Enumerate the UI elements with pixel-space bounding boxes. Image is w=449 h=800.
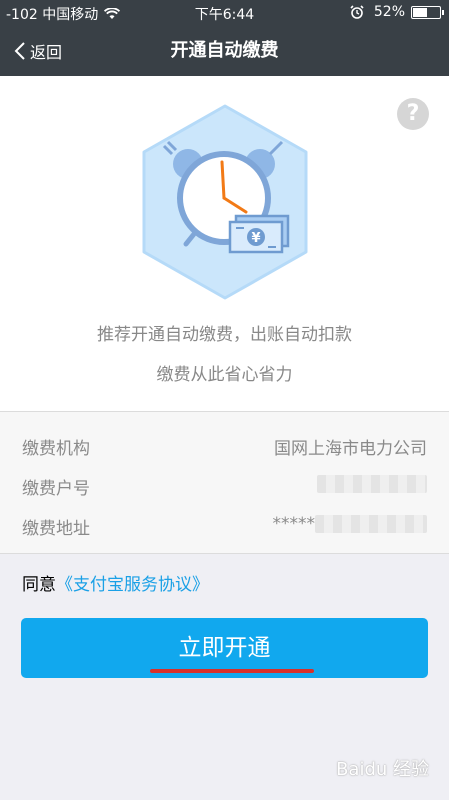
service-agreement-link[interactable]: 《支付宝服务协议》	[56, 575, 209, 595]
hero-section: ? ¥ 推荐开通自动缴费，出账自动扣款 缴费从此省心省力	[0, 76, 449, 411]
info-row-address: 缴费地址 *****	[0, 510, 449, 540]
agreement-line: 同意《支付宝服务协议》	[22, 570, 209, 595]
institution-value: 国网上海市电力公司	[274, 439, 427, 459]
promo-text-line2: 缴费从此省心省力	[156, 365, 293, 385]
yuan-symbol: ¥	[251, 231, 260, 246]
battery-percent: 52%	[373, 4, 405, 20]
chevron-left-icon	[14, 42, 25, 60]
agreement-prefix: 同意	[22, 575, 56, 595]
battery-fill	[413, 7, 427, 17]
status-right: 52%	[350, 4, 444, 20]
account-label: 缴费户号	[22, 479, 90, 499]
address-value: *****	[272, 514, 316, 534]
red-underline-annotation	[150, 669, 314, 673]
battery-icon	[411, 5, 444, 19]
status-bar: -102 中国移动 下午6:44 52%	[0, 0, 449, 26]
baidu-jingyan-watermark: Baidu 经验	[336, 759, 429, 780]
address-label: 缴费地址	[22, 519, 90, 539]
page-title: 开通自动缴费	[170, 40, 279, 61]
nav-bar: 开通自动缴费 返回	[0, 26, 449, 76]
redacted-block	[315, 515, 427, 533]
alarm-icon	[350, 5, 364, 19]
alarm-clock-money-illustration: ¥	[142, 104, 308, 300]
help-button[interactable]: ?	[397, 98, 429, 130]
payment-info-panel: 缴费机构 国网上海市电力公司 缴费户号 缴费地址 *****	[0, 411, 449, 554]
info-row-account: 缴费户号	[0, 470, 449, 500]
redacted-block	[317, 475, 427, 493]
account-value-redacted	[317, 474, 427, 494]
address-value-redacted: *****	[272, 514, 427, 534]
info-row-institution: 缴费机构 国网上海市电力公司	[0, 430, 449, 460]
back-button[interactable]: 返回	[14, 26, 62, 76]
promo-text-line1: 推荐开通自动缴费，出账自动扣款	[97, 325, 352, 345]
institution-label: 缴费机构	[22, 439, 90, 459]
back-label: 返回	[30, 43, 63, 62]
